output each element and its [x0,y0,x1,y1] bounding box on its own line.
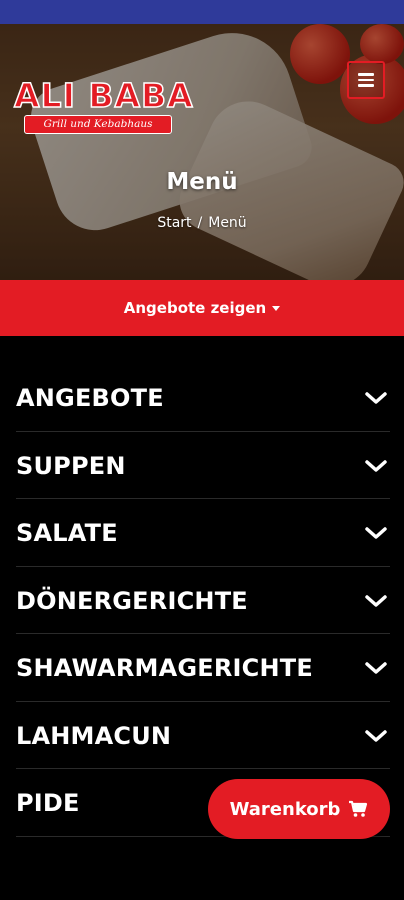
breadcrumb-current: Menü [208,215,247,231]
category-item-salate[interactable]: SALATE [16,499,390,567]
hamburger-icon [358,78,374,82]
category-item-shawarmagerichte[interactable]: SHAWARMAGERICHTE [16,634,390,702]
hero-overlay [0,24,404,280]
breadcrumb: Start / Menü [0,214,404,232]
offers-bar: Angebote zeigen [0,280,404,336]
chevron-down-icon [365,662,387,674]
category-label: SALATE [16,519,118,547]
hamburger-icon [358,84,374,87]
category-item-doenergerichte[interactable]: DÖNERGERICHTE [16,567,390,634]
category-label: ANGEBOTE [16,384,164,412]
logo-title: ALI BABA [13,75,194,116]
category-list: ANGEBOTE SUPPEN SALATE DÖNERGERICHTE SHA… [16,364,390,837]
caret-down-icon [272,305,281,311]
chevron-down-icon [365,459,387,472]
breadcrumb-start-link[interactable]: Start [157,215,191,231]
logo[interactable]: ALI BABA Grill und Kebabhaus [13,75,194,134]
show-offers-button[interactable]: Angebote zeigen [123,299,281,317]
category-item-angebote[interactable]: ANGEBOTE [16,364,390,432]
chevron-down-icon [365,392,387,404]
chevron-down-icon [365,729,387,742]
category-label: PIDE [16,789,80,817]
show-offers-label: Angebote zeigen [123,299,267,317]
status-bar [0,0,404,24]
category-label: DÖNERGERICHTE [16,586,248,615]
menu-toggle-button[interactable] [347,61,385,99]
cart-icon [349,800,368,817]
logo-subtitle: Grill und Kebabhaus [24,115,172,134]
page-title: Menü [166,169,238,195]
cart-button[interactable]: Warenkorb [208,779,390,839]
hamburger-icon [358,73,374,76]
category-item-suppen[interactable]: SUPPEN [16,432,390,499]
chevron-down-icon [365,594,387,607]
category-label: LAHMACUN [16,721,172,750]
category-item-lahmacun[interactable]: LAHMACUN [16,702,390,769]
cart-label: Warenkorb [229,798,341,820]
chevron-down-icon [365,527,387,539]
hero-banner: ALI BABA Grill und Kebabhaus [0,24,404,280]
breadcrumb-separator: / [197,215,203,231]
category-label: SUPPEN [16,451,126,480]
category-label: SHAWARMAGERICHTE [16,654,313,682]
